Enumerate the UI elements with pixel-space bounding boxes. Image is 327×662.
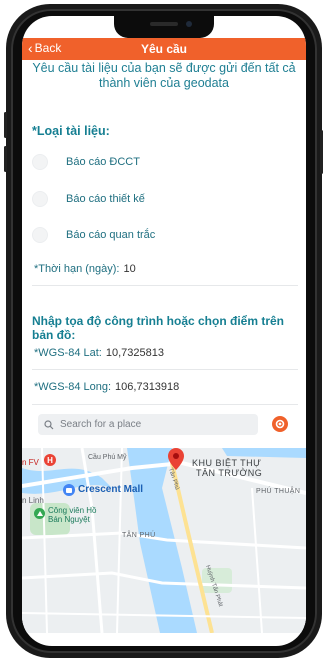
option-label: Báo cáo thiết kế	[66, 193, 145, 205]
coords-title: Nhập tọa độ công trình hoặc chọn điểm tr…	[32, 314, 285, 342]
search-placeholder: Search for a place	[60, 419, 142, 430]
lat-value[interactable]: 10,7325813	[106, 347, 164, 359]
my-location-button[interactable]	[272, 416, 288, 432]
phone-notch	[114, 16, 214, 38]
radio-button[interactable]	[32, 154, 48, 170]
map-base	[22, 448, 306, 633]
lat-field[interactable]: *WGS-84 Lat: 10,7325813	[34, 347, 164, 359]
map-label-cau-phu-my: Cầu Phú Mỹ	[88, 454, 127, 461]
park-icon[interactable]	[34, 508, 45, 519]
map-pin-icon[interactable]	[168, 448, 184, 470]
option-label: Báo cáo quan trắc	[66, 229, 156, 241]
divider	[32, 404, 298, 405]
app-header: ‹ Back Yêu cầu	[22, 38, 306, 60]
option-label: Báo cáo ĐCCT	[66, 156, 140, 168]
target-icon	[275, 419, 285, 429]
doc-type-option-quan-trac[interactable]: Báo cáo quan trắc	[32, 227, 155, 243]
divider	[32, 369, 298, 370]
map-label-crescent-mall[interactable]: Crescent Mall	[78, 484, 143, 495]
map-label-fv: n FV	[22, 458, 39, 467]
deadline-value[interactable]: 10	[123, 263, 135, 275]
map-view[interactable]: H n FV Cầu Phú Mỹ KHU BIỆT THỰ TÂN TRƯỜN…	[22, 448, 306, 633]
phone-volume-up-button	[4, 112, 7, 138]
long-field[interactable]: *WGS-84 Long: 106,7313918	[34, 381, 179, 393]
radio-button[interactable]	[32, 191, 48, 207]
doc-type-option-thiet-ke[interactable]: Báo cáo thiết kế	[32, 191, 145, 207]
map-label-ban-nguyet: Bán Nguyệt	[48, 515, 90, 524]
app-screen: ‹ Back Yêu cầu Yêu cầu tài liệu của bạn …	[22, 16, 306, 646]
intro-text: Yêu cầu tài liệu của bạn sẽ được gửi đến…	[32, 61, 296, 90]
doc-type-title: *Loại tài liệu:	[32, 124, 110, 138]
long-value[interactable]: 106,7313918	[115, 381, 179, 393]
page-title: Yêu cầu	[140, 42, 188, 56]
search-icon	[44, 419, 54, 429]
phone-power-button	[320, 130, 323, 174]
speaker-grille	[150, 22, 178, 26]
map-label-linh: n Linh	[22, 496, 44, 505]
radio-button[interactable]	[32, 227, 48, 243]
place-search-input[interactable]: Search for a place	[38, 414, 258, 435]
divider	[32, 285, 298, 286]
long-label: *WGS-84 Long:	[34, 381, 112, 393]
deadline-label: *Thời hạn (ngày):	[34, 263, 120, 275]
map-label-cong-vien-ho: Công viên Hồ	[48, 506, 97, 515]
doc-type-option-dcct[interactable]: Báo cáo ĐCCT	[32, 154, 140, 170]
map-label-tan-phu: TÂN PHÚ	[122, 532, 156, 539]
map-label-tan-truong: TÂN TRƯỜNG	[196, 468, 263, 478]
phone-volume-down-button	[4, 146, 7, 172]
shopping-bag-icon[interactable]	[63, 484, 75, 496]
lat-label: *WGS-84 Lat:	[34, 347, 102, 359]
front-camera	[186, 21, 192, 27]
map-label-phu-thuan: PHÚ THUẬN	[256, 488, 301, 495]
map-label-khu-biet-thu: KHU BIỆT THỰ	[192, 458, 262, 468]
deadline-field[interactable]: *Thời hạn (ngày): 10	[34, 263, 136, 275]
hospital-icon[interactable]: H	[44, 454, 56, 466]
